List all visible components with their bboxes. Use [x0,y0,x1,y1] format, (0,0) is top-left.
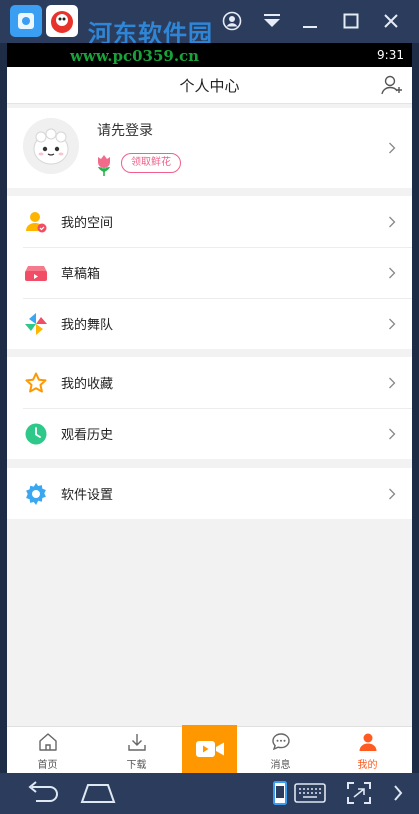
claim-flower-button[interactable]: 领取鲜花 [121,153,181,173]
chevron-right-icon [389,377,396,389]
flower-icon [95,153,113,177]
tab-label: 消息 [270,760,291,771]
tab-label: 首页 [37,760,58,771]
menu-item-label: 草稿箱 [61,267,101,282]
menu-item-settings[interactable]: 软件设置 [7,468,412,519]
clock-icon [25,423,47,445]
menu-item-label: 我的收藏 [61,377,114,392]
tab-upload-video[interactable] [182,725,237,773]
home-nav-icon[interactable] [78,779,118,807]
keyboard-icon[interactable] [293,779,327,807]
chevron-right-icon [389,142,396,154]
chevron-right-icon [389,318,396,330]
fullscreen-icon[interactable] [345,779,373,807]
chevron-right-icon [389,267,396,279]
menu-item-label: 观看历史 [61,428,114,443]
emulator-nav-bar [0,773,419,814]
tab-label: 下载 [126,760,147,771]
emulator-title-bar: 河东软件园 [0,0,419,48]
menu-item-my-space[interactable]: 我的空间 [7,196,412,247]
menu-item-label: 软件设置 [61,488,114,503]
star-icon [25,372,47,393]
chevron-right-icon[interactable] [390,779,406,807]
tab-home[interactable]: 首页 [7,727,88,773]
menu-item-drafts[interactable]: 草稿箱 [7,247,412,298]
gear-icon [26,483,46,505]
profile-card[interactable]: 请先登录 领取鲜花 [7,108,412,188]
chevron-right-icon [389,216,396,228]
account-icon[interactable] [219,8,245,34]
chevron-right-icon [389,488,396,500]
menu-item-label: 我的空间 [61,216,114,231]
minimize-icon[interactable] [297,8,323,34]
page-title: 个人中心 [179,77,240,95]
tab-mine[interactable]: 我的 [327,727,408,773]
bottom-tab-bar: 首页 下载 消息 我的 [7,725,412,773]
drafts-icon [25,266,47,281]
back-icon[interactable] [22,779,62,807]
dropdown-menu-icon[interactable] [259,8,285,34]
tab-messages[interactable]: 消息 [240,727,321,773]
menu-item-label: 我的舞队 [61,318,114,333]
video-camera-icon [195,741,224,757]
status-bar: 9:31 [7,43,412,67]
tab-label: 我的 [357,760,378,771]
close-icon[interactable] [378,8,404,34]
menu-group-1: 我的空间 草稿箱 我的舞队 [7,196,412,349]
menu-group-3: 软件设置 [7,468,412,519]
menu-item-watch-history[interactable]: 观看历史 [7,408,412,459]
avatar[interactable] [23,118,79,174]
device-rotate-icon[interactable] [270,779,290,807]
pinwheel-icon [25,313,47,335]
maximize-icon[interactable] [338,8,364,34]
user-space-icon [26,212,47,233]
menu-item-favorites[interactable]: 我的收藏 [7,357,412,408]
download-icon [127,734,146,751]
emulator-home-app-icon[interactable] [10,5,42,37]
chevron-right-icon [389,428,396,440]
tab-download[interactable]: 下载 [96,727,177,773]
app-screen: 个人中心 请先登录 领取鲜花 我的空间 草稿箱 我的舞队 我的收藏 观看历史 软… [7,67,412,773]
menu-group-2: 我的收藏 观看历史 [7,357,412,459]
profile-icon [359,733,376,751]
watermark-url: www.pc0359.cn [70,47,200,65]
login-prompt[interactable]: 请先登录 [97,120,153,140]
home-icon [38,733,57,751]
app-header: 个人中心 [7,67,412,104]
status-time: 9:31 [377,48,404,62]
message-icon [271,733,290,751]
dance-app-tab-icon[interactable] [46,5,78,37]
menu-item-my-dance-team[interactable]: 我的舞队 [7,298,412,349]
add-friend-icon[interactable] [380,73,404,97]
